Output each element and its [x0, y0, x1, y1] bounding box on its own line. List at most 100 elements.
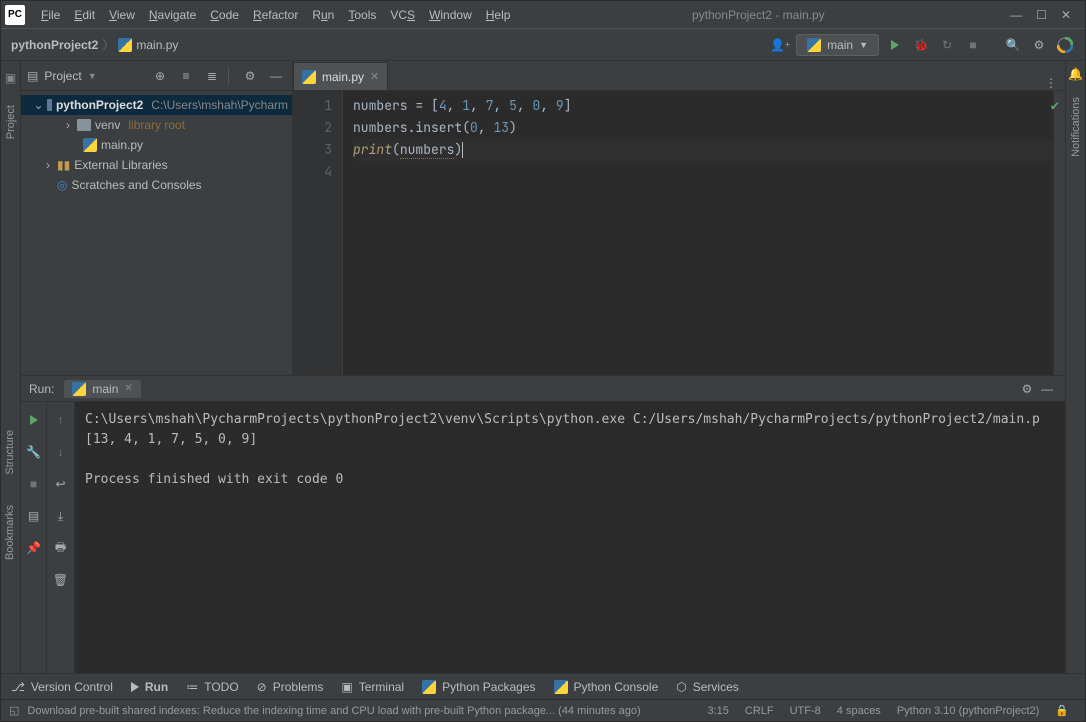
maximize-button[interactable]: ☐ — [1036, 8, 1047, 22]
status-tool-icon[interactable]: ◱ — [9, 704, 19, 717]
gear-icon[interactable]: ⚙ — [1017, 379, 1037, 399]
chevron-right-icon[interactable]: › — [43, 158, 53, 172]
bottom-python-packages[interactable]: Python Packages — [422, 680, 535, 694]
menu-help[interactable]: Help — [480, 4, 517, 26]
code-line-2[interactable]: numbers.insert(0, 13) — [353, 117, 1065, 139]
select-opened-icon[interactable]: ⊕ — [150, 66, 170, 86]
stop-button[interactable]: ■ — [963, 35, 983, 55]
tree-scratches[interactable]: › ◎ Scratches and Consoles — [21, 175, 292, 195]
left-tool-structure[interactable]: Structure — [4, 430, 16, 475]
breadcrumb-project[interactable]: pythonProject2 — [11, 38, 98, 52]
right-tool-notifications[interactable]: Notifications — [1070, 97, 1082, 157]
run-tab-label: main — [92, 382, 118, 396]
bottom-services[interactable]: ⬡Services — [676, 680, 739, 694]
coverage-button[interactable]: ↻ — [937, 35, 957, 55]
close-button[interactable]: ✕ — [1061, 8, 1071, 22]
left-tool-project[interactable]: Project — [5, 105, 17, 139]
hide-icon[interactable]: — — [1037, 379, 1057, 399]
code-line-1[interactable]: numbers = [4, 1, 7, 5, 0, 9] — [353, 95, 1065, 117]
breadcrumb[interactable]: pythonProject2 〉 main.py — [11, 36, 178, 53]
status-line-sep[interactable]: CRLF — [737, 705, 782, 717]
status-caret-pos[interactable]: 3:15 — [699, 705, 736, 717]
tree-external-libs[interactable]: › ▮▮ External Libraries — [21, 155, 292, 175]
menu-run[interactable]: Run — [306, 4, 340, 26]
editor-scrollbar[interactable] — [1053, 91, 1065, 375]
editor-tab-mainpy[interactable]: main.py ✕ — [293, 62, 388, 90]
status-message[interactable]: Download pre-built shared indexes: Reduc… — [19, 705, 648, 717]
layout-icon[interactable]: ▤ — [24, 506, 44, 526]
status-indent[interactable]: 4 spaces — [829, 705, 889, 717]
expand-all-icon[interactable]: ≡ — [176, 66, 196, 86]
console-output[interactable]: C:\Users\mshah\PycharmProjects\pythonPro… — [75, 402, 1065, 673]
wrench-icon[interactable]: 🔧 — [24, 442, 44, 462]
inspection-ok-icon[interactable]: ✔ — [1051, 97, 1059, 115]
breadcrumb-file[interactable]: main.py — [136, 38, 178, 52]
line-number[interactable]: 1 — [293, 95, 332, 117]
console-line: C:\Users\mshah\PycharmProjects\pythonPro… — [85, 412, 1040, 427]
tab-more-icon[interactable]: ⋮ — [1037, 76, 1065, 90]
minimize-button[interactable]: — — [1010, 8, 1022, 22]
menu-file[interactable]: File — [35, 4, 66, 26]
menu-view[interactable]: View — [103, 4, 141, 26]
search-icon[interactable]: 🔍 — [1003, 35, 1023, 55]
soft-wrap-icon[interactable]: ↩ — [51, 474, 71, 494]
project-tree[interactable]: ⌄ pythonProject2 C:\Users\mshah\Pycharm … — [21, 91, 292, 199]
tree-venv[interactable]: › venv library root — [21, 115, 292, 135]
chevron-right-icon[interactable]: › — [63, 118, 73, 132]
chevron-down-icon[interactable]: ⌄ — [33, 98, 43, 112]
code-editor[interactable]: 1 2 3 4 numbers = [4, 1, 7, 5, 0, 9] num… — [293, 91, 1065, 375]
scroll-to-end-icon[interactable]: ⤓ — [51, 506, 71, 526]
notification-icon[interactable]: 🔔 — [1068, 67, 1083, 81]
line-number[interactable]: 3 — [293, 139, 332, 161]
menu-edit[interactable]: Edit — [68, 4, 101, 26]
menu-refactor[interactable]: Refactor — [247, 4, 304, 26]
up-arrow-icon[interactable]: ↑ — [51, 410, 71, 430]
sidebar-title[interactable]: Project — [44, 69, 81, 83]
close-icon[interactable]: ✕ — [124, 383, 132, 394]
close-tab-icon[interactable]: ✕ — [370, 70, 379, 83]
run-config-selector[interactable]: main ▼ — [796, 34, 879, 56]
code-line-3[interactable]: print(numbers) — [353, 139, 1065, 161]
print-icon[interactable]: 🖶 — [51, 538, 71, 558]
tree-venv-hint: library root — [128, 118, 185, 132]
status-encoding[interactable]: UTF-8 — [782, 705, 829, 717]
down-arrow-icon[interactable]: ↓ — [51, 442, 71, 462]
menu-vcs[interactable]: VCS — [384, 4, 421, 26]
bottom-problems[interactable]: ⊘Problems — [257, 680, 324, 694]
project-tool-icon[interactable]: ▣ — [5, 71, 16, 85]
run-tab-main[interactable]: main ✕ — [64, 380, 140, 398]
bottom-todo[interactable]: ≔TODO — [186, 680, 238, 694]
menu-code[interactable]: Code — [204, 4, 245, 26]
pin-icon[interactable]: 📌 — [24, 538, 44, 558]
gear-icon[interactable]: ⚙ — [240, 66, 260, 86]
line-number[interactable]: 4 — [293, 161, 332, 183]
bottom-terminal[interactable]: ▣Terminal — [341, 680, 404, 694]
debug-button[interactable]: 🐞 — [911, 35, 931, 55]
scratches-icon: ◎ — [57, 178, 67, 192]
menu-window[interactable]: Window — [423, 4, 478, 26]
jetbrains-icon[interactable] — [1055, 35, 1075, 55]
menu-navigate[interactable]: Navigate — [143, 4, 202, 26]
bottom-python-console[interactable]: Python Console — [554, 680, 659, 694]
add-user-icon[interactable]: 👤+ — [770, 35, 790, 55]
status-interpreter[interactable]: Python 3.10 (pythonProject2) — [889, 705, 1047, 717]
rerun-button[interactable] — [24, 410, 44, 430]
menu-tools[interactable]: Tools — [342, 4, 382, 26]
tree-mainpy[interactable]: main.py — [21, 135, 292, 155]
left-tool-bookmarks[interactable]: Bookmarks — [4, 505, 16, 560]
code-body[interactable]: numbers = [4, 1, 7, 5, 0, 9] numbers.ins… — [343, 91, 1065, 375]
hide-icon[interactable]: — — [266, 66, 286, 86]
line-gutter[interactable]: 1 2 3 4 — [293, 91, 343, 375]
run-button[interactable] — [885, 35, 905, 55]
code-line-4[interactable] — [353, 161, 1065, 183]
chevron-down-icon[interactable]: ▼ — [88, 71, 97, 81]
line-number[interactable]: 2 — [293, 117, 332, 139]
tree-root[interactable]: ⌄ pythonProject2 C:\Users\mshah\Pycharm — [21, 95, 292, 115]
lock-icon[interactable]: 🔒 — [1047, 704, 1077, 717]
bottom-run[interactable]: Run — [131, 680, 168, 694]
collapse-all-icon[interactable]: ≣ — [202, 66, 222, 86]
bottom-vcs[interactable]: ⎇Version Control — [11, 680, 113, 694]
stop-button[interactable]: ■ — [24, 474, 44, 494]
delete-icon[interactable]: 🗑 — [51, 570, 71, 590]
settings-icon[interactable]: ⚙ — [1029, 35, 1049, 55]
